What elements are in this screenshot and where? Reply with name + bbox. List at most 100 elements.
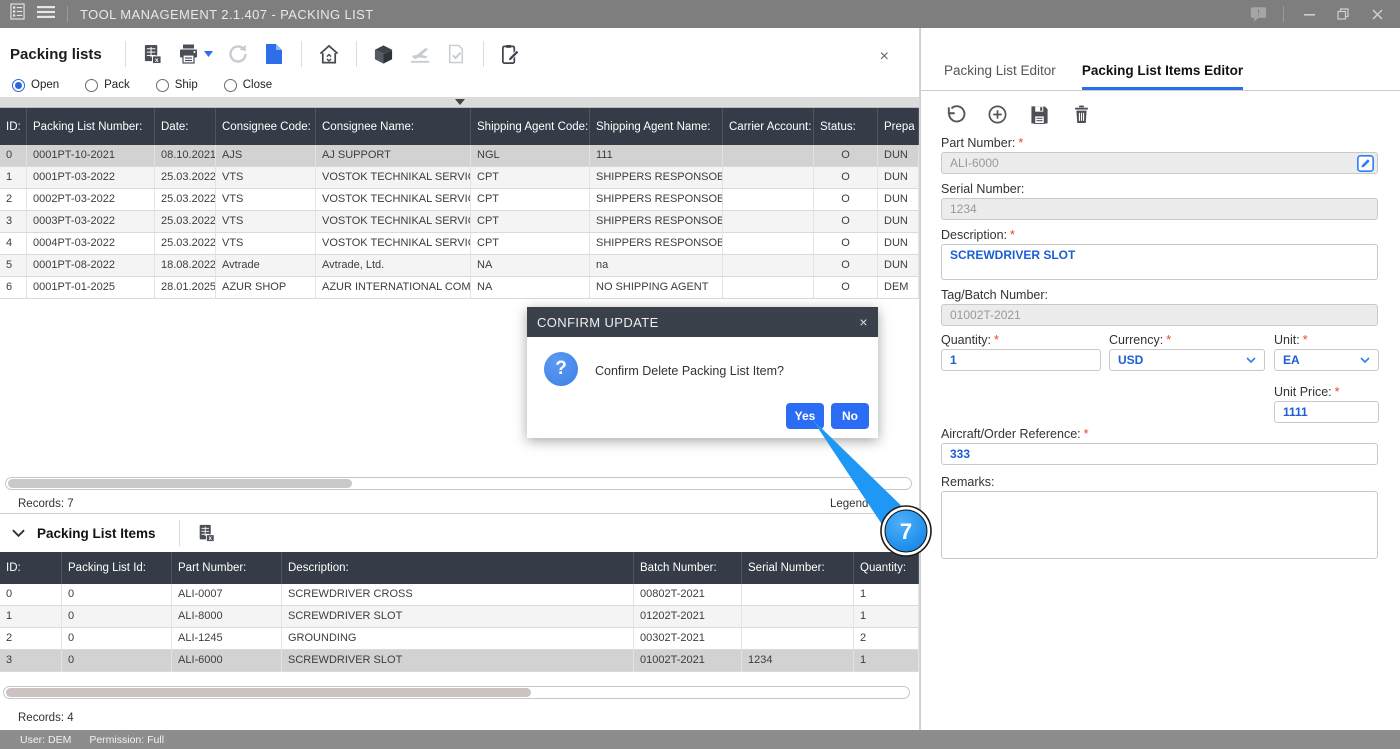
- package-icon[interactable]: [371, 41, 397, 67]
- dialog-close-icon[interactable]: ×: [859, 314, 868, 330]
- quantity-field[interactable]: [941, 349, 1101, 371]
- column-header[interactable]: ID:: [0, 552, 62, 584]
- table-cell: VOSTOK TECHNIKAL SERVICES: [316, 233, 471, 255]
- column-header[interactable]: Date:: [155, 108, 216, 145]
- close-icon[interactable]: [1368, 5, 1386, 23]
- column-header[interactable]: Consignee Code:: [216, 108, 316, 145]
- scrollbar-thumb[interactable]: [8, 479, 352, 488]
- yes-button[interactable]: Yes: [786, 403, 824, 429]
- table-cell: VTS: [216, 167, 316, 189]
- chevron-down-icon[interactable]: [12, 524, 25, 542]
- no-button[interactable]: No: [831, 403, 869, 429]
- item-editor-form: Part Number:* Serial Number: Description…: [941, 131, 1378, 730]
- undo-icon[interactable]: [944, 103, 966, 125]
- table-row[interactable]: 40004PT-03-202225.03.2022VTSVOSTOK TECHN…: [0, 233, 919, 255]
- table-cell: VTS: [216, 233, 316, 255]
- radio-open[interactable]: Open: [12, 79, 59, 92]
- unit-select[interactable]: EA: [1274, 349, 1379, 371]
- column-header[interactable]: Prepa: [878, 108, 919, 145]
- tag-batch-field[interactable]: [941, 304, 1378, 326]
- column-header[interactable]: Batch Number:: [634, 552, 742, 584]
- items-table-body: 00ALI-0007SCREWDRIVER CROSS00802T-202111…: [0, 584, 919, 672]
- tab-packing-list-items-editor[interactable]: Packing List Items Editor: [1082, 63, 1243, 90]
- remarks-field[interactable]: [941, 491, 1378, 559]
- packing-lists-hscrollbar[interactable]: [5, 477, 912, 490]
- tab-packing-list-editor[interactable]: Packing List Editor: [944, 63, 1056, 90]
- column-header[interactable]: Status:: [814, 108, 878, 145]
- app-window: { "titlebar": { "title": "TOOL MANAGEMEN…: [0, 0, 1400, 749]
- unit-price-field[interactable]: [1274, 401, 1379, 423]
- table-cell: 0001PT-01-2025: [27, 277, 155, 299]
- part-lookup-icon[interactable]: [1357, 155, 1374, 172]
- print-icon[interactable]: [176, 41, 202, 67]
- table-cell: 2: [0, 189, 27, 211]
- restore-icon[interactable]: [1334, 5, 1352, 23]
- column-header[interactable]: Shipping Agent Code:: [471, 108, 590, 145]
- table-row[interactable]: 10001PT-03-202225.03.2022VTSVOSTOK TECHN…: [0, 167, 919, 189]
- column-header[interactable]: ID:: [0, 108, 27, 145]
- table-cell: O: [814, 233, 878, 255]
- edit-clipboard-icon[interactable]: [498, 41, 524, 67]
- table-cell: 0001PT-10-2021: [27, 145, 155, 167]
- currency-value: USD: [1118, 353, 1246, 367]
- table-row[interactable]: 00ALI-0007SCREWDRIVER CROSS00802T-20211: [0, 584, 919, 606]
- serial-number-field[interactable]: [941, 198, 1378, 220]
- aircraft-order-reference-field[interactable]: [941, 443, 1378, 465]
- statusbar-permission: Permission: Full: [89, 734, 164, 746]
- trash-icon[interactable]: [1070, 103, 1092, 125]
- radio-close[interactable]: Close: [224, 79, 272, 92]
- part-number-field[interactable]: [941, 152, 1378, 174]
- table-row[interactable]: 60001PT-01-202528.01.2025AZUR SHOPAZUR I…: [0, 277, 919, 299]
- table-cell: O: [814, 255, 878, 277]
- excel-export-icon[interactable]: x: [194, 520, 220, 546]
- table-cell: SCREWDRIVER CROSS: [282, 584, 634, 606]
- table-cell: DUN: [878, 233, 919, 255]
- column-drop-strip[interactable]: [0, 97, 919, 108]
- column-header[interactable]: Consignee Name:: [316, 108, 471, 145]
- table-cell: 111: [590, 145, 723, 167]
- table-row[interactable]: 00001PT-10-202108.10.2021AJSAJ SUPPORTNG…: [0, 145, 919, 167]
- column-header[interactable]: Serial Number:: [742, 552, 854, 584]
- table-row[interactable]: 20002PT-03-202225.03.2022VTSVOSTOK TECHN…: [0, 189, 919, 211]
- hamburger-icon[interactable]: [37, 5, 55, 23]
- table-cell: 25.03.2022: [155, 167, 216, 189]
- table-cell: 2: [854, 628, 919, 650]
- table-cell: 01002T-2021: [634, 650, 742, 672]
- excel-export-icon[interactable]: x: [140, 41, 166, 67]
- table-row[interactable]: 20ALI-1245GROUNDING00302T-20212: [0, 628, 919, 650]
- feedback-bubble-icon[interactable]: !: [1249, 5, 1267, 23]
- column-header[interactable]: Packing List Id:: [62, 552, 172, 584]
- table-cell: 0002PT-03-2022: [27, 189, 155, 211]
- table-row[interactable]: 10ALI-8000SCREWDRIVER SLOT01202T-20211: [0, 606, 919, 628]
- items-hscrollbar[interactable]: [3, 686, 910, 699]
- column-header[interactable]: Description:: [282, 552, 634, 584]
- radio-pack[interactable]: Pack: [85, 79, 130, 92]
- table-cell: SHIPPERS RESPONSOBILITY: [590, 167, 723, 189]
- table-cell: VOSTOK TECHNIKAL SERVICES: [316, 167, 471, 189]
- radio-ship[interactable]: Ship: [156, 79, 198, 92]
- description-field[interactable]: SCREWDRIVER SLOT: [941, 244, 1378, 280]
- currency-select[interactable]: USD: [1109, 349, 1265, 371]
- home-receive-icon[interactable]: [316, 41, 342, 67]
- print-dropdown-caret-icon[interactable]: [203, 41, 215, 67]
- legend-link[interactable]: Legend: [830, 498, 868, 510]
- add-circle-icon[interactable]: [986, 103, 1008, 125]
- table-cell: ALI-0007: [172, 584, 282, 606]
- table-row[interactable]: 30ALI-6000SCREWDRIVER SLOT01002T-2021123…: [0, 650, 919, 672]
- close-view-icon[interactable]: ×: [880, 50, 889, 64]
- new-document-icon[interactable]: [261, 41, 287, 67]
- column-header[interactable]: Part Number:: [172, 552, 282, 584]
- table-row[interactable]: 50001PT-08-202218.08.2022AvtradeAvtrade,…: [0, 255, 919, 277]
- table-cell: VTS: [216, 189, 316, 211]
- items-header-row: ID: Packing List Id: Part Number: Descri…: [0, 552, 919, 584]
- chevron-down-icon: [1360, 357, 1370, 363]
- save-icon[interactable]: [1028, 103, 1050, 125]
- table-row[interactable]: 30003PT-03-202225.03.2022VTSVOSTOK TECHN…: [0, 211, 919, 233]
- scrollbar-thumb[interactable]: [6, 688, 531, 697]
- column-header[interactable]: Shipping Agent Name:: [590, 108, 723, 145]
- minimize-icon[interactable]: [1300, 5, 1318, 23]
- table-cell: 6: [0, 277, 27, 299]
- column-header[interactable]: Quantity:: [854, 552, 919, 584]
- column-header[interactable]: Packing List Number:: [27, 108, 155, 145]
- column-header[interactable]: Carrier Account:: [723, 108, 814, 145]
